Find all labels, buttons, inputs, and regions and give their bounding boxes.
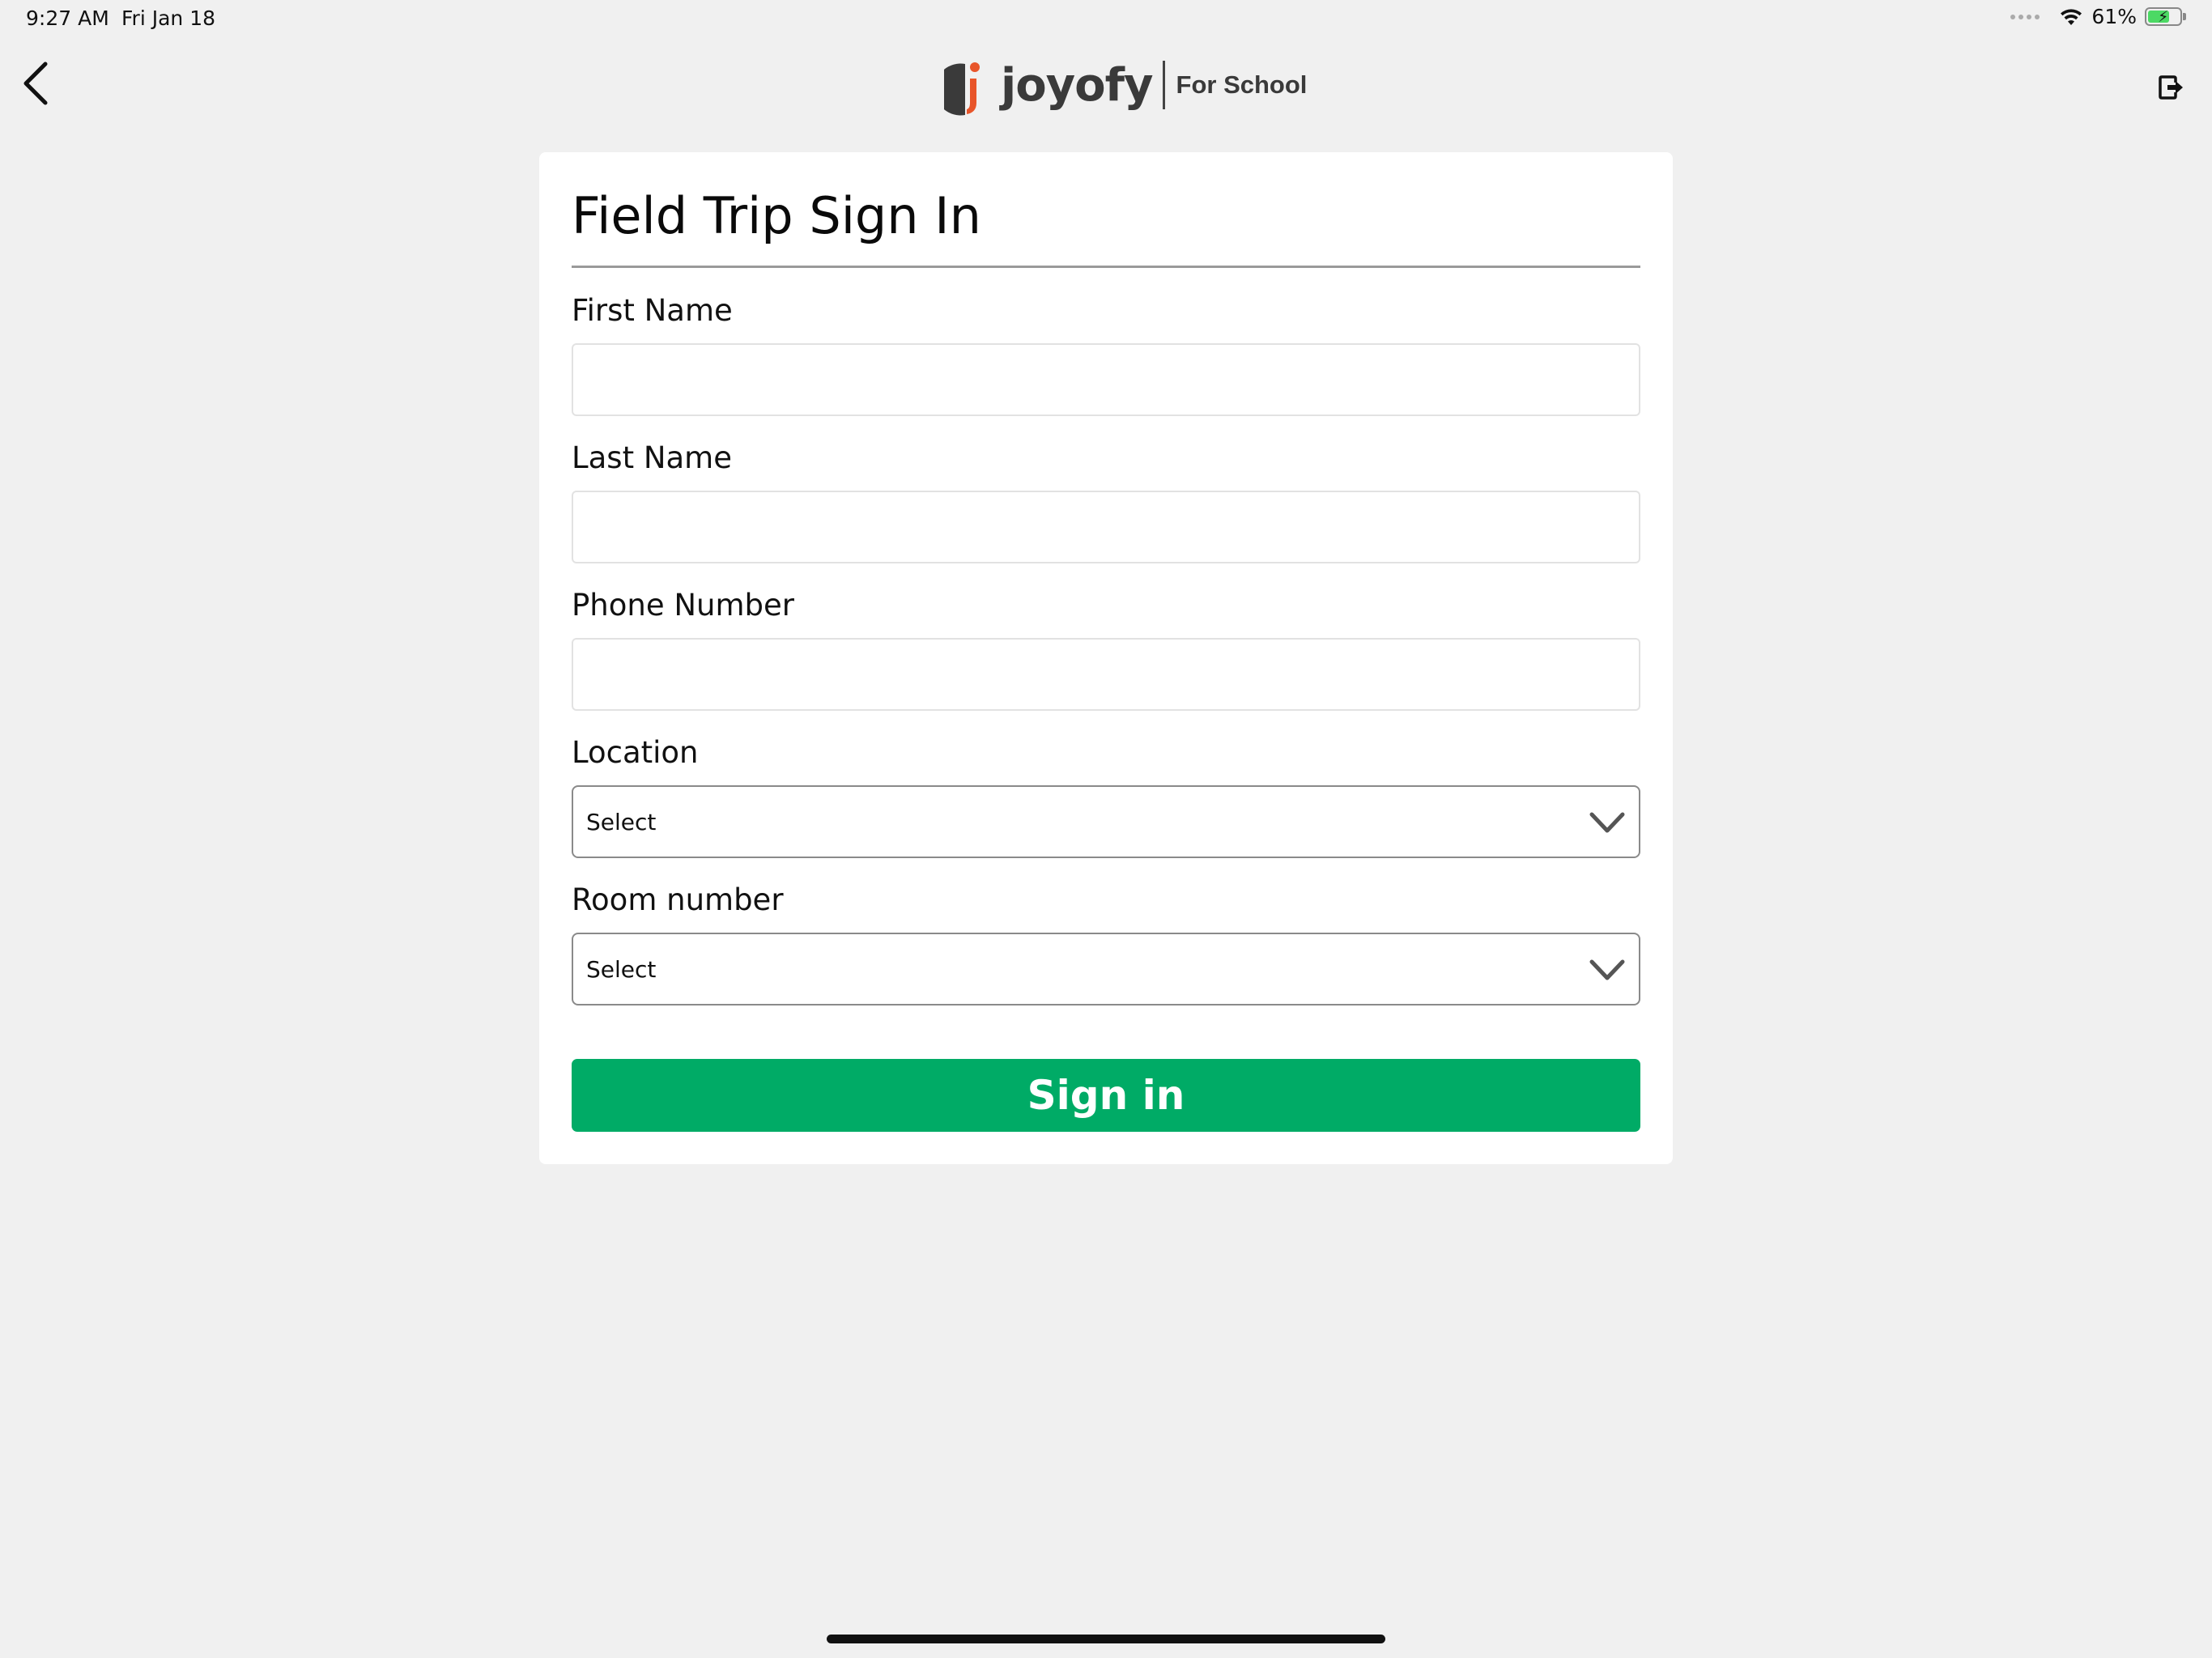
wifi-icon bbox=[2061, 8, 2082, 25]
status-bar: 9:27 AM Fri Jan 18 61% ⚡ bbox=[0, 0, 2212, 39]
first-name-label: First Name bbox=[572, 293, 733, 328]
logo-subtitle: For School bbox=[1176, 70, 1308, 99]
sign-in-button[interactable]: Sign in bbox=[572, 1059, 1640, 1132]
chevron-down-icon bbox=[1589, 959, 1625, 980]
logo-wordmark: joyofy bbox=[1001, 58, 1154, 112]
phone-number-input[interactable] bbox=[572, 638, 1640, 711]
charging-bolt-icon: ⚡ bbox=[2158, 8, 2169, 26]
room-number-select[interactable]: Select bbox=[572, 933, 1640, 1005]
chevron-down-icon bbox=[1589, 812, 1625, 833]
title-divider bbox=[572, 266, 1640, 268]
battery-percent: 61% bbox=[2091, 5, 2137, 28]
sign-in-card: Field Trip Sign In First Name Last Name … bbox=[539, 152, 1673, 1164]
page-title: Field Trip Sign In bbox=[572, 186, 981, 245]
home-indicator[interactable] bbox=[827, 1635, 1385, 1643]
last-name-input[interactable] bbox=[572, 491, 1640, 563]
app-logo: joyofy For School bbox=[944, 49, 1307, 121]
last-name-label: Last Name bbox=[572, 440, 732, 475]
status-date: Fri Jan 18 bbox=[121, 6, 216, 30]
status-indicators: 61% ⚡ bbox=[2010, 5, 2186, 28]
battery-icon: ⚡ bbox=[2145, 7, 2186, 26]
sign-in-button-label: Sign in bbox=[1027, 1072, 1185, 1119]
chevron-left-icon bbox=[23, 62, 48, 105]
location-select-value: Select bbox=[586, 808, 657, 835]
nav-bar: joyofy For School bbox=[0, 39, 2212, 144]
room-number-label: Room number bbox=[572, 882, 784, 917]
location-label: Location bbox=[572, 735, 699, 770]
multitasking-dots-icon bbox=[2010, 14, 2040, 19]
status-time: 9:27 AM bbox=[26, 6, 109, 30]
logout-button[interactable] bbox=[2152, 68, 2191, 107]
location-select[interactable]: Select bbox=[572, 785, 1640, 858]
back-button[interactable] bbox=[11, 55, 60, 112]
room-number-select-value: Select bbox=[586, 955, 657, 983]
first-name-input[interactable] bbox=[572, 343, 1640, 416]
phone-number-label: Phone Number bbox=[572, 588, 795, 623]
joyofy-logo-mark-icon bbox=[944, 62, 980, 116]
logo-divider bbox=[1162, 61, 1165, 109]
logout-icon bbox=[2159, 75, 2183, 100]
